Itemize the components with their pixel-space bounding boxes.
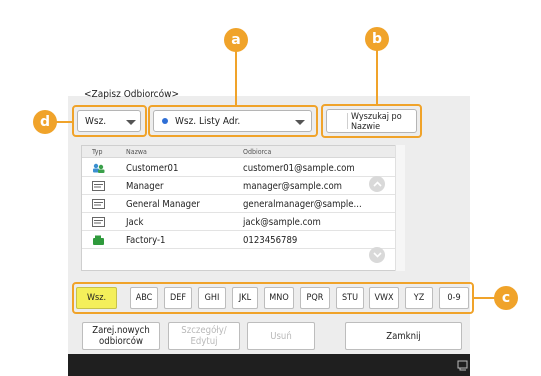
row-name: Manager	[126, 181, 164, 192]
tab-vwx[interactable]: VWX	[369, 287, 399, 309]
callout-a-line	[235, 44, 237, 106]
page-title: <Zapisz Odbiorców>	[84, 89, 180, 100]
close-button[interactable]: Zamknij	[345, 322, 462, 350]
type-select-value: Wsz.	[85, 115, 107, 127]
callout-c-line	[474, 297, 495, 299]
row-recipient: generalmanager@sample...	[243, 199, 362, 210]
header-recipient: Odbiorca	[243, 148, 272, 156]
group-icon	[93, 163, 105, 173]
delete-button[interactable]: Usuń	[247, 322, 315, 350]
search-by-name-label: Wyszukaj po Nazwie	[351, 112, 402, 132]
row-recipient: jack@sample.com	[243, 217, 321, 228]
tab-jkl[interactable]: JKL	[232, 287, 258, 309]
row-name: Customer01	[126, 163, 179, 174]
email-icon	[92, 181, 105, 191]
table-row[interactable]: Factory-1 0123456789	[82, 231, 396, 249]
table-row[interactable]: Customer01 customer01@sample.com	[82, 159, 396, 177]
chevron-down-icon	[295, 120, 305, 125]
address-table: Typ Nazwa Odbiorca Customer01 customer01…	[81, 145, 397, 271]
table-scrollbar[interactable]	[395, 145, 405, 271]
row-recipient: manager@sample.com	[243, 181, 343, 192]
row-name: General Manager	[126, 199, 200, 210]
row-name: Factory-1	[126, 235, 166, 246]
search-by-name-button[interactable]: Wyszukaj po Nazwie	[326, 109, 417, 133]
scroll-up-button[interactable]	[369, 176, 385, 192]
callout-a-badge: a	[224, 28, 248, 52]
details-edit-button[interactable]: Szczegóły/ Edytuj	[168, 322, 240, 350]
tab-abc[interactable]: ABC	[130, 287, 158, 309]
scroll-down-button[interactable]	[369, 247, 385, 263]
tab-def[interactable]: DEF	[164, 287, 192, 309]
fax-icon	[93, 235, 104, 245]
row-recipient: 0123456789	[243, 235, 298, 246]
table-row[interactable]: Jack jack@sample.com	[82, 213, 396, 231]
address-list-select[interactable]: Wsz. Listy Adr.	[153, 110, 312, 132]
table-row[interactable]: Manager manager@sample.com	[82, 177, 396, 195]
table-header: Typ Nazwa Odbiorca	[82, 146, 396, 158]
tab-mno[interactable]: MNO	[264, 287, 294, 309]
tab-0-9[interactable]: 0-9	[439, 287, 469, 309]
callout-d-badge: d	[33, 110, 57, 134]
row-recipient: customer01@sample.com	[243, 163, 355, 174]
tab-all[interactable]: Wsz.	[76, 287, 117, 309]
type-select[interactable]: Wsz.	[77, 110, 141, 132]
callout-b-line	[376, 44, 378, 105]
status-bar	[68, 354, 470, 376]
chevron-down-icon	[126, 120, 136, 125]
callout-b-badge: b	[365, 27, 389, 51]
header-name: Nazwa	[126, 148, 147, 156]
email-icon	[92, 199, 105, 209]
address-list-value: Wsz. Listy Adr.	[175, 115, 241, 127]
tab-pqr[interactable]: PQR	[300, 287, 330, 309]
search-checkbox	[330, 113, 348, 129]
tab-ghi[interactable]: GHI	[198, 287, 226, 309]
register-new-recipients-button[interactable]: Zarej.nowych odbiorców	[82, 322, 160, 350]
table-row[interactable]: General Manager generalmanager@sample...	[82, 195, 396, 213]
callout-c-badge: c	[494, 286, 518, 310]
email-icon	[92, 217, 105, 227]
row-name: Jack	[126, 217, 144, 228]
chevron-down-icon	[372, 252, 382, 258]
header-type: Typ	[92, 148, 103, 156]
tab-stu[interactable]: STU	[336, 287, 364, 309]
tab-yz[interactable]: YZ	[405, 287, 433, 309]
device-status-icon	[457, 360, 468, 371]
chevron-up-icon	[372, 181, 382, 187]
